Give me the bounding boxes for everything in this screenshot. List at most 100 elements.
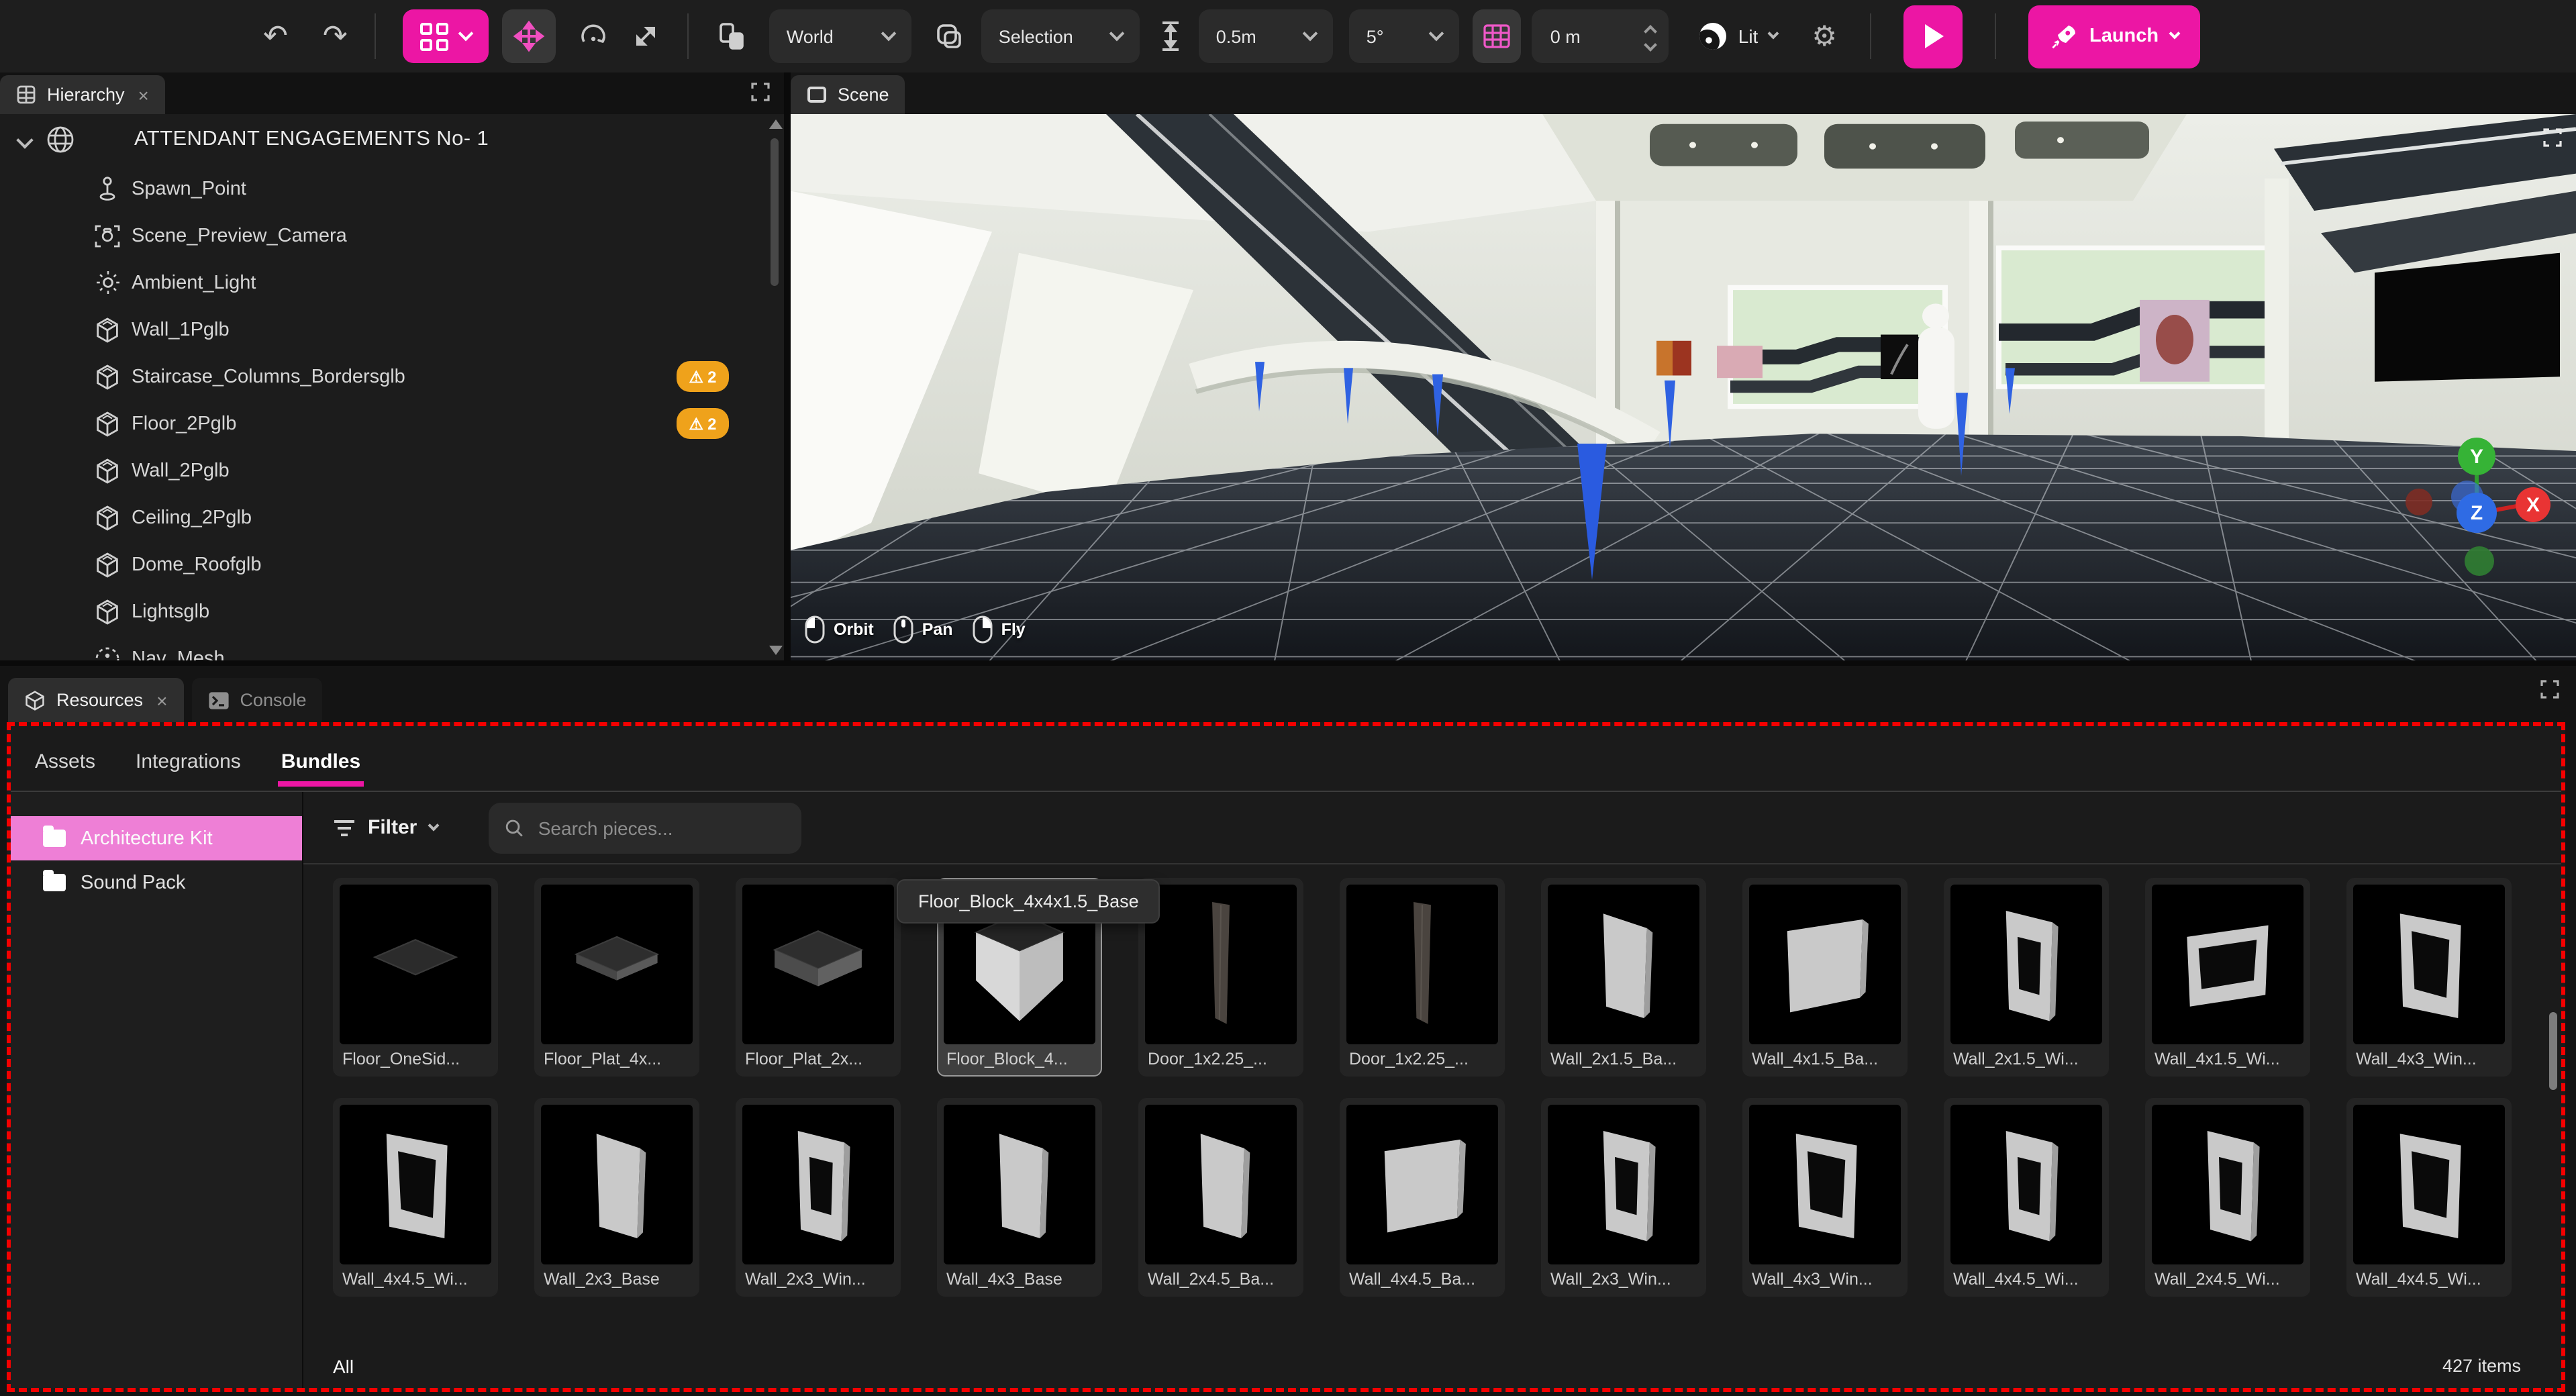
asset-thumbnail <box>1950 1105 2102 1264</box>
move-snap-dropdown[interactable]: 0.5m <box>1199 9 1333 63</box>
folder-icon <box>43 874 66 891</box>
asset-tile[interactable]: Door_1x2.25_... <box>1340 878 1505 1077</box>
asset-tile[interactable]: Wall_2x3_Base <box>534 1098 699 1297</box>
elevation-stepper[interactable]: 0 m <box>1532 9 1669 63</box>
hierarchy-item[interactable]: Staircase_Columns_Bordersglb ⚠2 <box>0 353 784 400</box>
settings-gear-icon[interactable]: ⚙ <box>1812 19 1837 53</box>
asset-tile[interactable]: Wall_4x3_Win... <box>2346 878 2512 1077</box>
grid-footer-filter[interactable]: All <box>333 1355 354 1377</box>
hierarchy-item[interactable]: Scene_Preview_Camera ⚠ <box>0 212 784 259</box>
tab-resources[interactable]: Resources × <box>8 678 183 722</box>
tab-console[interactable]: Console <box>191 678 322 722</box>
scene-icon <box>807 86 827 103</box>
tab-hierarchy[interactable]: Hierarchy × <box>0 75 165 114</box>
rotate-snap-dropdown[interactable]: 5° <box>1349 9 1459 63</box>
tab-bundles[interactable]: Bundles <box>279 731 363 786</box>
mesh-icon <box>94 551 121 578</box>
asset-tile[interactable]: Wall_4x4.5_Ba... <box>1340 1098 1505 1297</box>
hierarchy-item[interactable]: Wall_2Pglb ⚠ <box>0 447 784 494</box>
asset-tile[interactable]: Wall_2x1.5_Ba... <box>1541 878 1706 1077</box>
folder-item-sound-pack[interactable]: Sound Pack <box>11 860 302 905</box>
hierarchy-item[interactable]: Spawn_Point ⚠ <box>0 165 784 212</box>
redo-button[interactable]: ↷ <box>323 19 348 54</box>
maximize-panel-icon[interactable] <box>750 82 771 109</box>
step-up-icon[interactable] <box>1644 24 1657 38</box>
lit-mode-label: Lit <box>1738 26 1758 47</box>
asset-tile-label: Wall_4x4.5_Wi... <box>340 1264 491 1295</box>
maximize-resources-icon[interactable] <box>2540 679 2560 706</box>
asset-tile[interactable]: Wall_2x1.5_Wi... <box>1944 878 2109 1077</box>
hierarchy-item-label: Lightsglb <box>132 601 209 622</box>
scene-viewport[interactable]: Scene <box>791 72 2576 660</box>
asset-tile-label: Door_1x2.25_... <box>1145 1044 1297 1075</box>
editor-window: ↶ ↷ <box>0 0 2576 1396</box>
duplicate-icon[interactable] <box>715 20 748 52</box>
asset-tile[interactable]: Wall_4x3_Win... <box>1742 1098 1908 1297</box>
grid-toggle-button[interactable] <box>1473 9 1521 63</box>
asset-tile-label: Floor_OneSid... <box>340 1044 491 1075</box>
asset-tile[interactable]: Floor_OneSid... <box>333 878 498 1077</box>
asset-tile[interactable]: Wall_4x4.5_Wi... <box>1944 1098 2109 1297</box>
hierarchy-item[interactable]: Nav_Mesh ⚠ <box>0 635 784 660</box>
tab-assets[interactable]: Assets <box>32 731 98 786</box>
hierarchy-item[interactable]: Floor_2Pglb ⚠2 <box>0 400 784 447</box>
asset-tile[interactable]: Wall_2x4.5_Wi... <box>2145 1098 2310 1297</box>
asset-tile[interactable]: Wall_4x4.5_Wi... <box>2346 1098 2512 1297</box>
asset-thumbnail <box>742 885 894 1044</box>
hierarchy-item[interactable]: Wall_1Pglb ⚠ <box>0 306 784 353</box>
asset-tile[interactable]: Wall_2x3_Win... <box>736 1098 901 1297</box>
scroll-up-icon[interactable] <box>769 119 783 129</box>
hierarchy-item[interactable]: Lightsglb ⚠ <box>0 588 784 635</box>
step-down-icon[interactable] <box>1644 38 1657 51</box>
asset-tile[interactable]: Wall_4x1.5_Ba... <box>1742 878 1908 1077</box>
asset-tile[interactable]: Wall_2x3_Win... <box>1541 1098 1706 1297</box>
folder-item-architecture-kit[interactable]: Architecture Kit <box>11 816 302 860</box>
gizmo-z-label: Z <box>2471 502 2483 524</box>
launch-button[interactable]: Launch <box>2028 5 2200 68</box>
resources-nav: Assets Integrations Bundles <box>11 726 2561 792</box>
hierarchy-item-label: Floor_2Pglb <box>132 413 236 434</box>
close-icon[interactable]: × <box>156 689 167 711</box>
tab-scene[interactable]: Scene <box>791 75 905 114</box>
filter-button[interactable]: Filter <box>333 816 437 839</box>
search-pieces-box[interactable] <box>488 802 801 853</box>
hierarchy-root[interactable]: ATTENDANT ENGAGEMENTS No- 1 <box>0 114 784 165</box>
grid-scrollbar[interactable] <box>2548 1007 2559 1396</box>
selection-dropdown[interactable]: Selection <box>981 9 1140 63</box>
maximize-viewport-icon[interactable] <box>2542 128 2563 148</box>
scroll-down-icon[interactable] <box>769 646 783 655</box>
asset-tile-label: Wall_2x3_Win... <box>1548 1264 1699 1295</box>
world-dropdown[interactable]: World <box>769 9 911 63</box>
search-input[interactable] <box>536 815 785 840</box>
chevron-expand-icon[interactable] <box>16 131 33 148</box>
undo-button[interactable]: ↶ <box>263 19 288 54</box>
asset-tile[interactable]: Wall_4x3_Base <box>937 1098 1102 1297</box>
asset-thumbnail <box>1749 885 1901 1044</box>
asset-tile[interactable]: Floor_Plat_2x... <box>736 878 901 1077</box>
scene-render[interactable]: Orbit Pan Fly Y Z X <box>791 114 2576 660</box>
height-measure-icon[interactable] <box>1158 19 1183 54</box>
layout-tool-button[interactable] <box>403 9 489 63</box>
axis-gizmo[interactable]: Y Z X <box>2401 416 2552 577</box>
scale-tool-button[interactable] <box>631 21 660 51</box>
asset-tile[interactable]: Wall_4x4.5_Wi... <box>333 1098 498 1297</box>
asset-tile[interactable]: Wall_4x1.5_Wi... <box>2145 878 2310 1077</box>
move-tool-button[interactable] <box>502 9 556 63</box>
asset-thumbnail <box>541 885 693 1044</box>
window-mode-icon[interactable] <box>933 20 965 52</box>
rotate-tool-button[interactable] <box>577 20 609 52</box>
hierarchy-item[interactable]: Ceiling_2Pglb ⚠ <box>0 494 784 541</box>
close-icon[interactable]: × <box>138 84 149 105</box>
hierarchy-panel: Hierarchy × ATTENDANT ENGAGEMENTS No- 1 <box>0 72 784 660</box>
hierarchy-item[interactable]: Ambient_Light ⚠ <box>0 259 784 306</box>
warning-badge[interactable]: ⚠2 <box>677 408 729 439</box>
hierarchy-scrollbar[interactable] <box>768 119 781 655</box>
hierarchy-item[interactable]: Dome_Roofglb ⚠ <box>0 541 784 588</box>
warning-badge[interactable]: ⚠2 <box>677 361 729 392</box>
asset-tile[interactable]: Door_1x2.25_... <box>1138 878 1303 1077</box>
asset-tile[interactable]: Wall_2x4.5_Ba... <box>1138 1098 1303 1297</box>
play-button[interactable] <box>1903 5 1962 68</box>
asset-tile[interactable]: Floor_Plat_4x... <box>534 878 699 1077</box>
tab-integrations[interactable]: Integrations <box>133 731 244 786</box>
lit-mode-dropdown[interactable]: Lit <box>1698 21 1777 51</box>
